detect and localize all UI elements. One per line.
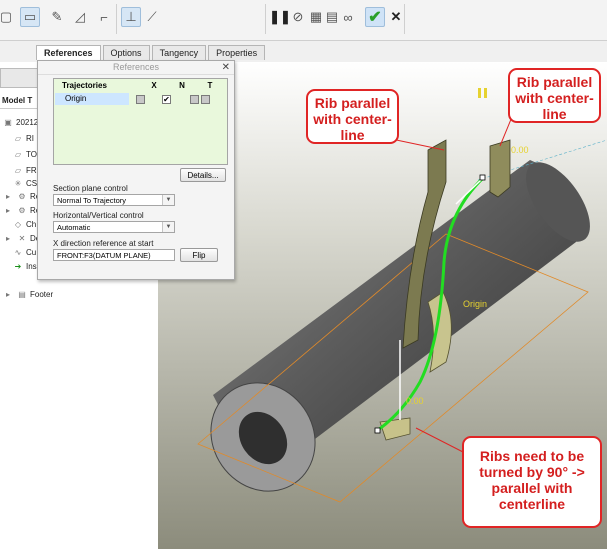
- tree-item-footer[interactable]: ▸ ▤ Footer: [2, 290, 53, 299]
- n-checkbox[interactable]: ✔: [162, 95, 171, 104]
- chevron-down-icon[interactable]: ▼: [162, 222, 174, 232]
- tab-references[interactable]: References: [36, 45, 101, 60]
- thicken-icon[interactable]: ⌐: [94, 7, 114, 27]
- dim-top[interactable]: 0.00: [511, 145, 529, 155]
- feature-icon: ⚙: [18, 192, 26, 201]
- details-button[interactable]: Details...: [180, 168, 226, 182]
- sketch-icon[interactable]: ✎: [47, 7, 67, 27]
- glasses-icon[interactable]: ∞: [338, 7, 358, 27]
- expand-arrow-icon[interactable]: ▸: [2, 206, 14, 215]
- dim-bottom[interactable]: 0.00: [406, 396, 424, 406]
- tree-item-csys[interactable]: ✳ CS: [12, 179, 37, 188]
- rib-top-right[interactable]: [489, 139, 511, 198]
- model-tree-header: Model T: [2, 96, 33, 105]
- toolbar: ▢ ▭ ✎ ◿ ⌐ ⊥ ⟋ ❚❚ ⊘ ▦ ▤ ∞ ✔ ✕: [0, 0, 607, 41]
- callout-rib-left: Rib parallel with center-line: [306, 89, 399, 144]
- feature-icon: ⚙: [18, 206, 26, 215]
- constant-section-icon[interactable]: ⊥: [121, 7, 141, 27]
- trajectory-row-origin[interactable]: Origin: [55, 93, 129, 105]
- feature-icon: ✕: [18, 234, 26, 243]
- tree-item-insert-here[interactable]: ➔ Ins: [12, 262, 37, 271]
- tree-item-feature-1[interactable]: ▸ ⚙ Re: [2, 192, 40, 201]
- tree-item-datum-front[interactable]: ▱ FR: [12, 166, 37, 175]
- hv-control-label: Horizontal/Vertical control: [53, 211, 144, 220]
- confirm-checkmark-icon[interactable]: ✔: [365, 7, 385, 27]
- panel-title: References: [38, 61, 234, 75]
- tree-view-tab[interactable]: [0, 68, 38, 88]
- expand-arrow-icon[interactable]: ▸: [2, 290, 14, 299]
- references-panel: References ✕ Trajectories X N T Origin ✔…: [37, 60, 235, 280]
- col-x: X: [151, 81, 157, 90]
- tab-tangency[interactable]: Tangency: [151, 45, 207, 60]
- t-checkbox-1[interactable]: [190, 95, 199, 104]
- close-icon[interactable]: ✕: [222, 61, 230, 74]
- tab-properties[interactable]: Properties: [208, 45, 266, 60]
- xdir-label: X direction reference at start: [53, 239, 154, 248]
- footer-icon: ▤: [18, 290, 26, 299]
- solid-icon[interactable]: ▢: [0, 7, 16, 27]
- tab-options[interactable]: Options: [102, 45, 150, 60]
- callout-rib-right: Rib parallel with center-line: [508, 68, 601, 123]
- datum-plane-icon: ▱: [14, 134, 22, 143]
- surface-icon[interactable]: ▭: [20, 7, 40, 27]
- col-t: T: [207, 81, 213, 90]
- xdir-reference-field[interactable]: FRONT:F3(DATUM PLANE): [53, 249, 175, 261]
- origin-label: Origin: [463, 299, 487, 309]
- flip-button[interactable]: Flip: [180, 248, 218, 262]
- pause-icon[interactable]: ❚❚: [269, 7, 291, 27]
- csys-icon: ✳: [14, 179, 22, 188]
- variable-section-icon[interactable]: ⟋: [142, 7, 162, 27]
- expand-arrow-icon[interactable]: ▸: [2, 234, 14, 243]
- tree-item-feature-4[interactable]: ▸ ✕ De: [2, 234, 40, 243]
- curve-icon: ∿: [14, 248, 22, 257]
- part-icon: ▣: [4, 118, 12, 127]
- feature-icon: ◇: [14, 220, 22, 229]
- trajectory-end-point[interactable]: [479, 174, 486, 181]
- no-preview-icon[interactable]: ⊘: [288, 7, 308, 27]
- trajectories-table: Trajectories X N T Origin ✔: [53, 78, 228, 165]
- dashboard-tabs: References Options Tangency Properties: [36, 45, 267, 60]
- chevron-down-icon[interactable]: ▼: [162, 195, 174, 205]
- trajectories-header: Trajectories X N T: [54, 79, 227, 92]
- tree-item-root[interactable]: ▣ 20212: [2, 118, 38, 127]
- t-checkbox-2[interactable]: [201, 95, 210, 104]
- datum-plane-icon: ▱: [14, 150, 22, 159]
- trajectory-start-point[interactable]: [374, 427, 381, 434]
- tree-item-feature-2[interactable]: ▸ ⚙ Re: [2, 206, 40, 215]
- remove-material-icon[interactable]: ◿: [70, 7, 90, 27]
- tree-item-feature-3[interactable]: ◇ Ch: [12, 220, 36, 229]
- callout-ribs-turn: Ribs need to be turned by 90° -> paralle…: [462, 436, 602, 528]
- tree-item-datum-top[interactable]: ▱ TO: [12, 150, 37, 159]
- section-plane-label: Section plane control: [53, 184, 128, 193]
- section-plane-select[interactable]: Normal To Trajectory ▼: [53, 194, 175, 206]
- cancel-x-icon[interactable]: ✕: [386, 7, 406, 27]
- viewport-pause-icon[interactable]: [478, 88, 481, 98]
- tree-item-curve[interactable]: ∿ Cu: [12, 248, 37, 257]
- tree-item-datum-right[interactable]: ▱ RI: [12, 134, 34, 143]
- expand-arrow-icon[interactable]: ▸: [2, 192, 14, 201]
- col-n: N: [179, 81, 185, 90]
- datum-plane-icon: ▱: [14, 166, 22, 175]
- insert-arrow-icon: ➔: [14, 262, 22, 271]
- x-checkbox[interactable]: [136, 95, 145, 104]
- hv-control-select[interactable]: Automatic ▼: [53, 221, 175, 233]
